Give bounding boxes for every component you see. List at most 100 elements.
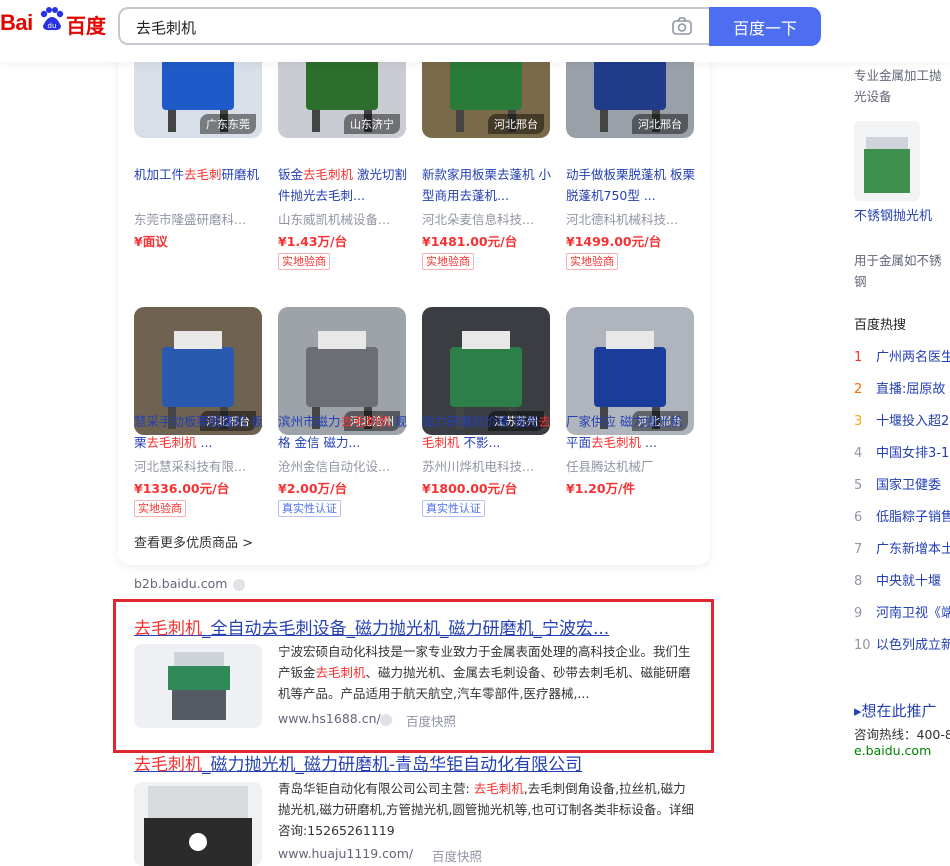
hot-search-item[interactable]: 9 河南卫视《端 bbox=[854, 602, 950, 621]
hot-search-text: 中国女排3-1 bbox=[876, 446, 950, 461]
search-input[interactable] bbox=[134, 9, 658, 45]
product-title[interactable]: 厂家供应 磁力抛光机 平面去毛刺机 ... bbox=[566, 411, 698, 453]
product-title[interactable]: 慧采手动板栗脱蓬机 板栗去毛刺机 ... bbox=[134, 411, 266, 453]
product-title-text-rest: ... bbox=[641, 435, 657, 450]
right-product-title[interactable]: 不锈钢抛光机 bbox=[854, 206, 934, 227]
product-tag: 实地验商 bbox=[278, 253, 330, 270]
product-item[interactable]: 河北邢台 厂家供应 磁力抛光机 平面去毛刺机 ... 任县腾达机械厂 ¥1.20万/件 bbox=[566, 285, 696, 525]
product-title-highlight: 去毛刺 bbox=[184, 167, 222, 182]
product-price: ¥1800.00元/台 bbox=[422, 481, 518, 496]
product-shop[interactable]: 河北德科机械科技... bbox=[566, 209, 696, 228]
product-title[interactable]: 钣金去毛刺机 激光切割件抛光去毛刺... bbox=[278, 164, 410, 206]
product-item[interactable]: 河北邢台 动手做板栗脱蓬机 板栗脱蓬机750型 ... 河北德科机械科技... ¥14… bbox=[566, 32, 698, 280]
hot-search-text: 国家卫健委 bbox=[876, 478, 942, 493]
product-item[interactable]: 山东济宁钣金去毛刺机 激光切割件抛光去毛刺... 山东威凯机械设备... ¥1.43… bbox=[278, 32, 410, 280]
hot-search-rank: 5 bbox=[854, 478, 863, 493]
hot-search-text: 中央就十堰 bbox=[876, 574, 942, 589]
source-b2b-text: b2b.baidu.com bbox=[134, 576, 228, 591]
hot-search-rank: 3 bbox=[854, 414, 863, 429]
hot-search-rank: 4 bbox=[854, 446, 863, 461]
hot-search-rank: 8 bbox=[854, 574, 863, 589]
product-price: ¥1.20万/件 bbox=[566, 481, 636, 496]
result1-thumbnail[interactable] bbox=[134, 644, 262, 728]
camera-icon[interactable] bbox=[672, 17, 692, 35]
product-price: ¥1.43万/台 bbox=[278, 234, 348, 249]
hot-search-item[interactable]: 2 直播:屈原故 bbox=[854, 378, 945, 397]
more-products-link[interactable]: 查看更多优质商品 > bbox=[134, 532, 253, 551]
hot-search-item[interactable]: 5 国家卫健委 bbox=[854, 474, 941, 493]
logo-text-right: 百度 bbox=[66, 14, 106, 38]
ad-promo-link[interactable]: ▸想在此推广 bbox=[854, 700, 937, 721]
product-title[interactable]: 机加工件去毛刺研磨机 bbox=[134, 164, 266, 185]
product-title[interactable]: 滨州市磁力去毛刺机 规格 金信 磁力... bbox=[278, 411, 410, 453]
hot-search-item[interactable]: 8 中央就十堰 bbox=[854, 570, 941, 589]
product-title-text-rest: 研磨机 bbox=[221, 167, 260, 182]
hot-search-item[interactable]: 1 广州两名医生 bbox=[854, 346, 950, 365]
machine-image-icon bbox=[144, 786, 252, 866]
result1-desc-highlight: 去毛刺机 bbox=[315, 665, 366, 680]
header: Bai du 百度 百度一下 bbox=[0, 0, 950, 62]
right-product-image[interactable] bbox=[854, 121, 920, 201]
result1-title[interactable]: 去毛刺机_全自动去毛刺设备_磁力抛光机_磁力研磨机_宁波宏... bbox=[134, 614, 609, 639]
search-box bbox=[118, 7, 710, 45]
product-item[interactable]: 河北沧州 滨州市磁力去毛刺机 规格 金信 磁力... 沧州金信自动化设... ¥2.0… bbox=[278, 285, 408, 525]
result1-title-highlight: 去毛刺机 bbox=[134, 619, 202, 639]
product-title[interactable]: 磁力研磨机价格 抛光去毛刺机 不影... bbox=[422, 411, 554, 453]
product-price: ¥2.00万/台 bbox=[278, 481, 348, 496]
product-shop[interactable]: 苏州川烨机电科技... bbox=[422, 456, 552, 475]
product-price: ¥1336.00元/台 bbox=[134, 481, 230, 496]
product-title-text: 机加工件 bbox=[134, 167, 185, 182]
hot-search-text: 广州两名医生 bbox=[876, 350, 950, 365]
result2-title[interactable]: 去毛刺机_磁力抛光机_磁力研磨机-青岛华钜自动化有限公司 bbox=[134, 750, 582, 775]
product-tag: 实地验商 bbox=[422, 253, 474, 270]
product-item[interactable]: 江苏苏州 磁力研磨机价格 抛光去毛刺机 不影... 苏州川烨机电科技... ¥1800… bbox=[422, 285, 552, 525]
hot-search-rank: 7 bbox=[854, 542, 863, 557]
hot-search-rank: 10 bbox=[854, 638, 871, 653]
product-shop[interactable]: 任县腾达机械厂 bbox=[566, 456, 696, 475]
hot-search-rank: 6 bbox=[854, 510, 863, 525]
product-title[interactable]: 动手做板栗脱蓬机 板栗脱蓬机750型 ... bbox=[566, 164, 698, 206]
product-location-badge: 山东济宁 bbox=[344, 114, 400, 134]
chevron-down-icon[interactable] bbox=[233, 578, 246, 591]
hot-search-text: 十堰投入超2 bbox=[876, 414, 950, 429]
product-item[interactable]: 河北邢台 新款家用板栗去蓬机 小型商用去蓬机... 河北朵麦信息科技... ¥1481… bbox=[422, 32, 554, 280]
hot-search-item[interactable]: 4 中国女排3-1 bbox=[854, 442, 949, 461]
product-title-text: 滨州市磁力 bbox=[278, 414, 341, 429]
result1-url[interactable]: www.hs1688.cn/ bbox=[278, 711, 381, 726]
hot-search-item[interactable]: 7 广东新增本土 bbox=[854, 538, 950, 557]
result1-description: 宁波宏硕自动化科技是一家专业致力于金属表面处理的高科技企业。我们生产钣金去毛刺机… bbox=[278, 641, 698, 704]
product-shop[interactable]: 河北慧采科技有限... bbox=[134, 456, 264, 475]
hot-search-item[interactable]: 3 十堰投入超2 bbox=[854, 410, 949, 429]
logo-text-left: Bai bbox=[0, 10, 33, 35]
product-title-text-rest: 不影... bbox=[459, 435, 501, 450]
product-title-highlight: 去毛刺机 bbox=[146, 435, 197, 450]
product-title-text: 钣金 bbox=[278, 167, 304, 182]
chevron-down-icon[interactable] bbox=[380, 714, 392, 726]
hot-search-rank: 2 bbox=[854, 382, 863, 397]
product-shop[interactable]: 山东威凯机械设备... bbox=[278, 209, 408, 228]
product-item[interactable]: 河北邢台 慧采手动板栗脱蓬机 板栗去毛刺机 ... 河北慧采科技有限... ¥1336… bbox=[134, 285, 264, 525]
product-shop[interactable]: 河北朵麦信息科技... bbox=[422, 209, 552, 228]
source-b2b[interactable]: b2b.baidu.com bbox=[134, 576, 246, 591]
product-tag: 实地验商 bbox=[566, 253, 618, 270]
product-title[interactable]: 新款家用板栗去蓬机 小型商用去蓬机... bbox=[422, 164, 554, 206]
search-button[interactable]: 百度一下 bbox=[709, 7, 821, 46]
result2-thumbnail[interactable] bbox=[134, 782, 262, 866]
product-item[interactable]: 广东东莞 机加工件去毛刺研磨机 东莞市隆盛研磨科... ¥面议 bbox=[134, 32, 266, 280]
hot-search-text: 直播:屈原故 bbox=[876, 382, 946, 397]
result2-url[interactable]: www.huaju1119.com/ bbox=[278, 846, 413, 861]
product-location-badge: 河北邢台 bbox=[632, 114, 688, 134]
hot-search-text: 低脂粽子销售 bbox=[876, 510, 950, 525]
hot-search-item[interactable]: 10 以色列成立新 bbox=[854, 634, 950, 653]
product-location-badge: 河北邢台 bbox=[488, 114, 544, 134]
ad-url[interactable]: e.baidu.com bbox=[854, 743, 931, 758]
product-title-text: 新款家用板栗去蓬机 小型商用去蓬机... bbox=[422, 167, 551, 203]
hot-search-item[interactable]: 6 低脂粽子销售 bbox=[854, 506, 950, 525]
product-shop[interactable]: 东莞市隆盛研磨科... bbox=[134, 209, 264, 228]
product-card: 广东东莞 机加工件去毛刺研磨机 东莞市隆盛研磨科... ¥面议 山东济宁 钣金去毛刺机 激… bbox=[118, 32, 710, 565]
product-shop[interactable]: 沧州金信自动化设... bbox=[278, 456, 408, 475]
result1-snapshot[interactable]: 百度快照 bbox=[406, 711, 456, 730]
result2-title-highlight: 去毛刺机 bbox=[134, 755, 202, 775]
hot-search-text: 河南卫视《端 bbox=[876, 606, 950, 621]
baidu-logo[interactable]: Bai du 百度 bbox=[0, 0, 110, 50]
